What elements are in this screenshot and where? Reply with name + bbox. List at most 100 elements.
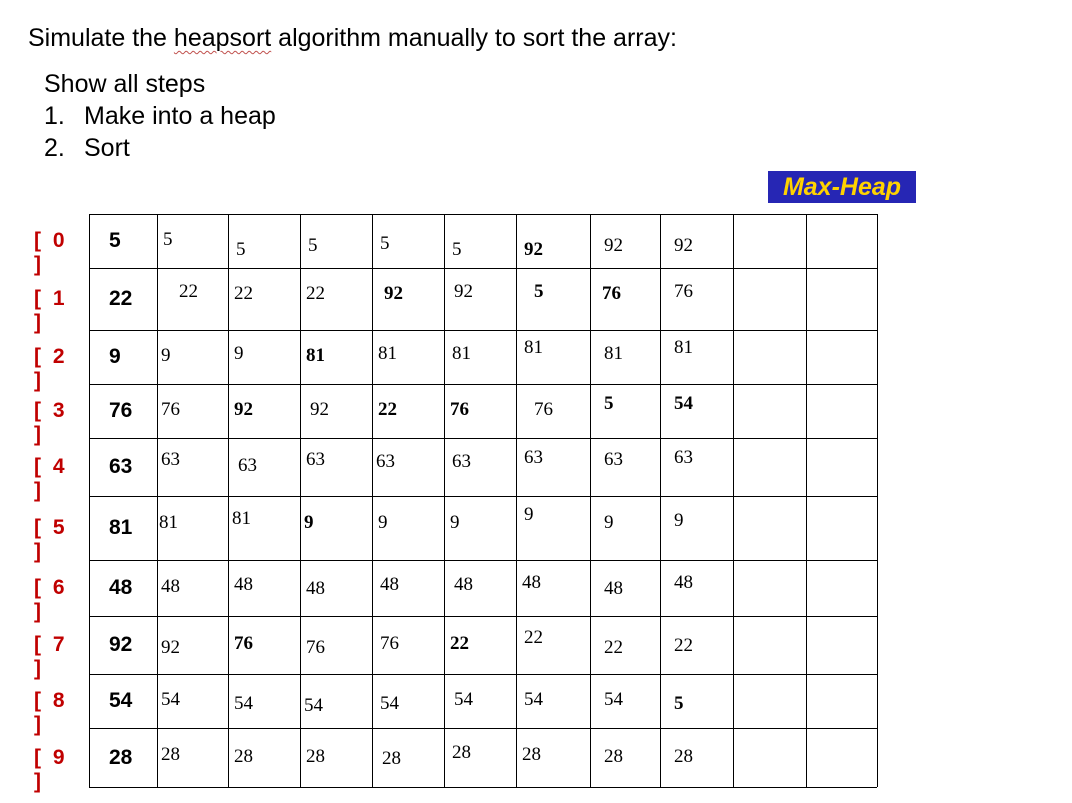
table-cell: 28 [161,743,180,765]
step-2-text: Sort [84,134,130,162]
table-cell: 81 [159,512,178,533]
table-gridline-vertical [590,214,591,787]
table-cell: 22 [450,633,469,654]
table-cell: 92 [524,239,543,260]
table-cell: 5 [534,281,544,302]
table-gridline-vertical [516,214,517,787]
title-suffix: algorithm manually to sort the array: [271,24,677,52]
table-cell: 5 [674,693,684,714]
table-gridline-horizontal [89,330,877,331]
table-cell: 81 [452,343,471,364]
step-1-number: 1. [44,102,65,130]
table-cell: 92 [109,633,133,656]
table-cell: 76 [234,633,253,654]
show-all-steps: Show all steps [44,70,206,98]
max-heap-badge: Max-Heap [768,171,916,203]
table-cell: 76 [602,283,621,304]
table-cell: 63 [161,449,180,470]
row-index-label: [ 4 ] [34,455,68,502]
table-gridline-horizontal [89,616,877,617]
table-cell: 5 [380,233,390,254]
table-cell: 81 [604,343,623,364]
table-cell: 63 [452,451,471,472]
table-gridline-horizontal [89,268,877,269]
table-cell: 81 [524,337,543,358]
table-cell: 54 [524,689,543,710]
table-cell: 28 [382,747,401,769]
row-index-label: [ 9 ] [34,745,68,793]
table-cell: 9 [524,504,534,525]
table-cell: 48 [522,572,541,593]
row-index-label: [ 2 ] [34,345,68,392]
table-cell: 5 [308,235,318,256]
table-cell: 54 [380,693,399,714]
table-cell: 63 [306,449,325,470]
table-cell: 92 [454,281,473,302]
table-cell: 48 [674,572,693,593]
table-cell: 76 [674,281,693,302]
table-cell: 22 [234,283,253,304]
table-cell: 28 [522,743,541,765]
table-gridline-horizontal [89,728,877,729]
table-cell: 9 [674,510,684,531]
table-cell: 92 [234,399,253,420]
table-gridline-vertical [372,214,373,787]
table-cell: 48 [454,574,473,595]
table-cell: 5 [109,229,121,252]
table-gridline-horizontal [89,438,877,439]
table-cell: 76 [306,637,325,658]
step-1: 1. Make into a heap [44,100,276,132]
table-cell: 76 [380,633,399,654]
table-cell: 22 [674,635,693,656]
table-gridline-horizontal [89,384,877,385]
row-index-label: [ 5 ] [34,516,68,563]
table-cell: 22 [109,287,133,310]
table-cell: 9 [161,345,171,366]
title-heapsort-word: heapsort [173,24,272,52]
table-cell: 9 [109,345,121,368]
table-cell: 28 [674,745,693,767]
table-gridline-horizontal [89,214,877,215]
row-index-label: [ 1 ] [34,287,68,334]
table-cell: 54 [604,689,623,710]
table-cell: 63 [376,451,395,472]
table-cell: 54 [161,689,180,710]
table-cell: 63 [604,449,623,470]
table-cell: 76 [109,399,133,422]
table-cell: 5 [604,393,614,414]
instructions: Show all steps 1. Make into a heap 2. Sort [44,68,276,164]
table-cell: 76 [534,399,553,420]
table-cell: 9 [450,512,460,533]
table-gridline-vertical [733,214,734,787]
row-index-label: [ 8 ] [34,689,68,736]
table-cell: 28 [234,745,253,767]
table-cell: 92 [161,637,180,658]
table-cell: 54 [109,689,133,712]
table-gridline-vertical [89,214,90,787]
table-cell: 5 [163,229,173,250]
step-2-number: 2. [44,134,65,162]
table-cell: 48 [604,578,623,599]
table-cell: 5 [236,239,246,260]
table-cell: 48 [234,574,253,595]
table-cell: 92 [384,283,403,304]
table-cell: 22 [306,283,325,304]
table-gridline-vertical [444,214,445,787]
row-index-label: [ 6 ] [34,576,68,623]
step-1-text: Make into a heap [84,102,276,130]
table-gridline-horizontal [89,496,877,497]
table-cell: 81 [674,337,693,358]
table-gridline-horizontal [89,787,877,788]
table-cell: 22 [604,637,623,658]
page-title: Simulate the heapsort algorithm manually… [28,24,677,53]
table-cell: 22 [378,399,397,420]
table-cell: 54 [234,693,253,714]
table-cell: 9 [378,512,388,533]
table-cell: 63 [674,447,693,468]
title-prefix: Simulate the [28,24,174,52]
row-index-label: [ 3 ] [34,399,68,446]
table-cell: 48 [161,576,180,597]
table-cell: 9 [234,343,244,364]
table-gridline-horizontal [89,560,877,561]
table-gridline-vertical [660,214,661,787]
